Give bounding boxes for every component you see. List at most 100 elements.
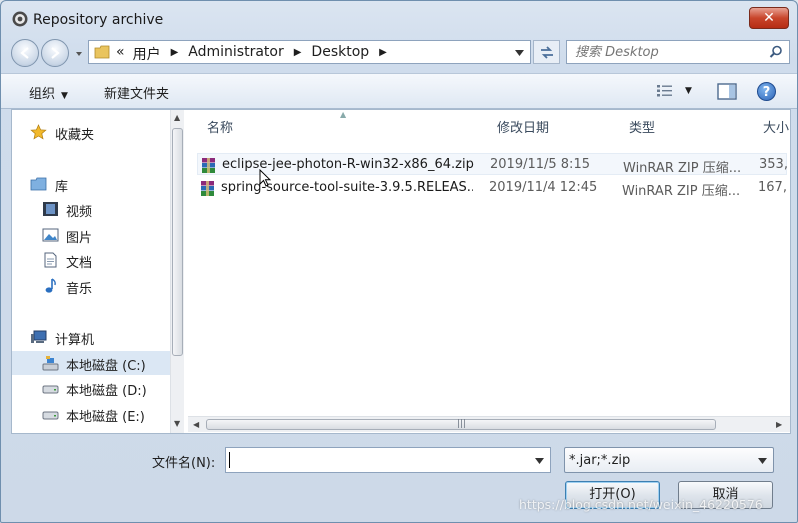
forward-arrow-icon: [51, 47, 60, 59]
file-size: 353,: [759, 157, 788, 172]
scroll-left-icon[interactable]: ◀: [193, 420, 199, 429]
nav-item-library[interactable]: 库: [12, 172, 180, 196]
nav-label: 文档: [66, 256, 93, 271]
back-arrow-icon: [20, 47, 29, 59]
nav-item-documents[interactable]: 文档: [12, 248, 180, 272]
nav-item-pictures[interactable]: 图片: [12, 223, 180, 247]
file-type-filter[interactable]: *.jar;*.zip: [564, 447, 774, 473]
filename-label: 文件名(N):: [152, 456, 216, 471]
breadcrumb-chevron-icon[interactable]: ▶: [294, 44, 302, 64]
breadcrumb-chevron-icon[interactable]: ▶: [171, 44, 179, 64]
nav-item-drive-c[interactable]: 本地磁盘 (C:): [12, 351, 180, 375]
file-type: WinRAR ZIP 压缩...: [622, 184, 741, 199]
computer-icon: [31, 330, 47, 343]
history-dropdown-icon[interactable]: [75, 47, 83, 61]
nav-item-drive-e[interactable]: 本地磁盘 (E:): [12, 402, 180, 426]
drive-c-icon: [42, 356, 59, 371]
view-options-icon[interactable]: [656, 84, 674, 98]
drive-icon: [42, 385, 59, 394]
file-row[interactable]: eclipse-jee-photon-R-win32-x86_64.zip 20…: [197, 153, 788, 176]
library-icon: [30, 177, 47, 191]
column-header-type[interactable]: 类型: [629, 110, 655, 140]
grip-icon: |||: [457, 419, 467, 429]
chevron-down-icon: ▼: [61, 91, 68, 101]
mouse-cursor-icon: [259, 169, 271, 187]
dialog-window: Repository archive ✕ « 用户 ▶ Administrato…: [0, 0, 798, 523]
nav-label: 视频: [66, 205, 93, 220]
column-header-name[interactable]: 名称: [207, 110, 233, 140]
title-bar[interactable]: Repository archive ✕: [1, 1, 797, 39]
nav-item-music[interactable]: 音乐: [12, 274, 180, 298]
filename-input[interactable]: [229, 451, 519, 469]
app-gear-icon: [12, 11, 28, 27]
preview-pane-icon[interactable]: [717, 83, 737, 100]
close-button[interactable]: ✕: [749, 7, 789, 29]
file-date: 2019/11/5 8:15: [490, 157, 590, 172]
content-area: 收藏夹 库 视频 图片 文档 音乐 计算机 本地磁盘 (C:) 本地磁盘 (D:…: [11, 109, 791, 434]
file-row[interactable]: spring-source-tool-suite-3.9.5.RELEAS...…: [197, 177, 787, 199]
nav-scrollbar[interactable]: ▲ ▼: [170, 110, 184, 433]
filename-combobox[interactable]: [225, 447, 551, 473]
search-box[interactable]: [566, 40, 790, 64]
file-type: WinRAR ZIP 压缩...: [623, 161, 742, 176]
file-size: 167,: [758, 180, 787, 195]
nav-label: 本地磁盘 (C:): [66, 359, 146, 374]
nav-item-favorites[interactable]: 收藏夹: [12, 120, 180, 144]
search-icon[interactable]: [769, 45, 783, 59]
music-icon: [45, 278, 56, 293]
winrar-archive-icon: [201, 181, 214, 196]
nav-label: 库: [55, 180, 69, 195]
filename-dropdown-icon[interactable]: [535, 458, 544, 464]
search-input[interactable]: [575, 44, 765, 61]
breadcrumb-users[interactable]: 用户: [133, 44, 161, 64]
navigation-pane: 收藏夹 库 视频 图片 文档 音乐 计算机 本地磁盘 (C:) 本地磁盘 (D:…: [12, 110, 180, 433]
filter-dropdown-icon[interactable]: [758, 458, 767, 464]
sort-indicator-icon: ▲: [340, 110, 347, 119]
nav-label: 图片: [66, 231, 93, 246]
nav-item-videos[interactable]: 视频: [12, 197, 180, 221]
drive-icon: [42, 411, 59, 420]
breadcrumb-administrator[interactable]: Administrator: [188, 44, 283, 64]
breadcrumb: « 用户 ▶ Administrator ▶ Desktop ▶: [116, 44, 397, 64]
file-list: ▲ 名称 修改日期 类型 大小 eclipse-jee-photon-R-win…: [185, 110, 790, 433]
nav-item-computer[interactable]: 计算机: [12, 325, 180, 349]
back-button[interactable]: [11, 39, 39, 67]
horizontal-scrollbar[interactable]: ◀ ||| ▶: [188, 416, 790, 432]
breadcrumb-desktop[interactable]: Desktop: [311, 44, 369, 64]
scroll-right-icon[interactable]: ▶: [776, 420, 782, 429]
nav-label: 计算机: [55, 333, 95, 348]
organize-button[interactable]: 组织 ▼: [29, 83, 68, 102]
forward-button[interactable]: [41, 39, 69, 67]
breadcrumb-overflow[interactable]: «: [116, 44, 125, 64]
view-dropdown-icon[interactable]: ▼: [685, 86, 692, 96]
breadcrumb-chevron-icon[interactable]: ▶: [379, 44, 387, 64]
address-dropdown-icon[interactable]: [515, 50, 524, 56]
video-icon: [43, 202, 58, 216]
winrar-archive-icon: [202, 158, 215, 173]
new-folder-button[interactable]: 新建文件夹: [104, 83, 169, 102]
text-caret: [229, 452, 230, 468]
window-title: Repository archive: [33, 12, 164, 28]
scroll-up-icon[interactable]: ▲: [174, 113, 180, 122]
refresh-button[interactable]: [533, 40, 560, 64]
organize-label: 组织: [29, 87, 56, 102]
horizontal-scroll-thumb[interactable]: |||: [206, 419, 716, 430]
column-header-date[interactable]: 修改日期: [497, 110, 549, 140]
document-icon: [44, 252, 57, 268]
nav-label: 本地磁盘 (E:): [66, 410, 145, 425]
picture-icon: [42, 228, 59, 242]
nav-label: 收藏夹: [55, 128, 95, 143]
nav-item-drive-d[interactable]: 本地磁盘 (D:): [12, 376, 180, 400]
filter-value: *.jar;*.zip: [569, 453, 631, 468]
nav-label: 本地磁盘 (D:): [66, 384, 147, 399]
nav-scroll-thumb[interactable]: [172, 128, 183, 356]
address-bar[interactable]: « 用户 ▶ Administrator ▶ Desktop ▶: [88, 40, 531, 64]
column-header-size[interactable]: 大小: [763, 110, 789, 140]
refresh-icon: [541, 46, 553, 59]
folder-icon: [94, 45, 110, 59]
command-bar: 组织 ▼ 新建文件夹 ▼ ?: [1, 73, 797, 109]
watermark-text: https://blog.csdn.net/weixin_46220576: [519, 497, 763, 512]
scroll-down-icon[interactable]: ▼: [174, 419, 180, 428]
help-icon[interactable]: ?: [757, 82, 776, 101]
file-date: 2019/11/4 12:45: [489, 180, 598, 195]
